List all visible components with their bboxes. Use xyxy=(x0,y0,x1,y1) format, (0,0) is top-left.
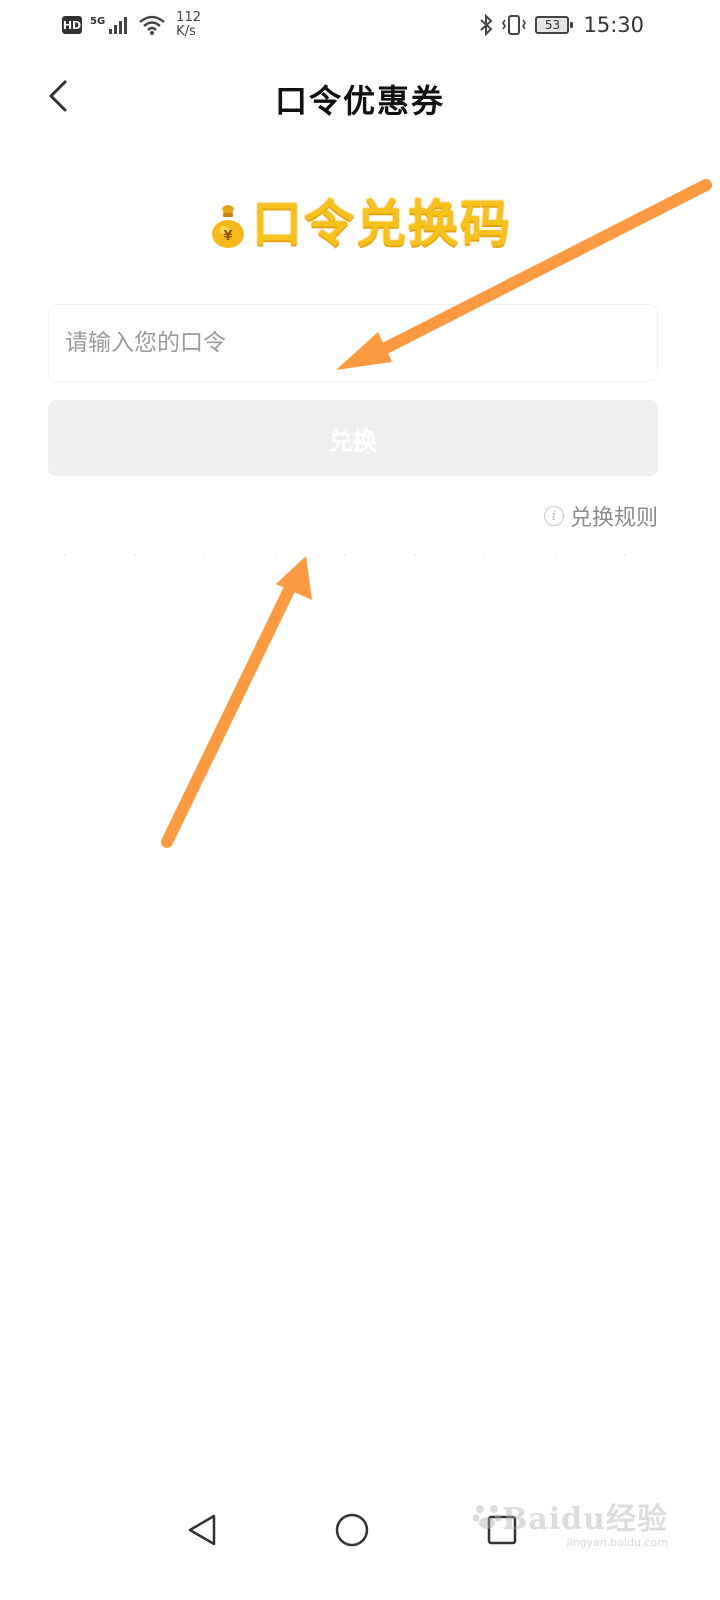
network-type: 5G xyxy=(90,16,106,27)
watermark: Baidu经验 jingyan.baidu.com xyxy=(472,1494,668,1549)
paw-icon xyxy=(472,1505,502,1529)
watermark-text: Baidu经验 xyxy=(502,1502,668,1537)
net-speed-unit: K/s xyxy=(176,24,196,39)
info-icon: i xyxy=(543,506,564,526)
banner: ¥ 口令兑换码 xyxy=(0,184,720,256)
battery-icon: 53 xyxy=(535,16,574,34)
clock: 15:30 xyxy=(583,13,644,37)
watermark-url: jingyan.baidu.com xyxy=(566,1536,668,1549)
rules-label: 兑换规则 xyxy=(569,506,658,531)
triangle-back-icon xyxy=(188,1514,216,1546)
status-left: HD 5G 112 K/s xyxy=(62,11,201,39)
net-speed-value: 112 xyxy=(176,10,201,25)
circle-home-icon xyxy=(335,1513,369,1547)
page-title: 口令优惠券 xyxy=(274,82,445,120)
svg-text:¥: ¥ xyxy=(223,229,232,244)
money-bag-icon: ¥ xyxy=(212,205,244,248)
code-input[interactable] xyxy=(49,305,657,381)
app-header: 口令优惠券 xyxy=(0,56,720,136)
signal-5g-icon: 5G xyxy=(90,16,130,34)
battery-level: 53 xyxy=(544,18,561,32)
code-input-container xyxy=(48,304,658,382)
status-right: 53 15:30 xyxy=(479,13,644,37)
redeem-button[interactable]: 兑换 xyxy=(48,400,658,476)
signal-bars-icon xyxy=(109,17,128,34)
hd-badge: HD xyxy=(62,16,82,34)
bluetooth-icon xyxy=(480,14,493,36)
nav-home-button[interactable] xyxy=(330,1508,374,1552)
vibrate-icon xyxy=(502,15,527,35)
arrow-to-button xyxy=(161,556,312,848)
nav-back-button[interactable] xyxy=(180,1508,224,1552)
status-bar: HD 5G 112 K/s 53 15:30 xyxy=(0,0,720,50)
watermark-brand: Baidu经验 xyxy=(472,1494,668,1538)
rules-link[interactable]: i 兑换规则 xyxy=(543,500,658,532)
banner-title: 口令兑换码 xyxy=(252,194,512,253)
wifi-icon xyxy=(139,15,165,35)
net-speed: 112 K/s xyxy=(176,11,201,39)
divider xyxy=(30,554,690,556)
